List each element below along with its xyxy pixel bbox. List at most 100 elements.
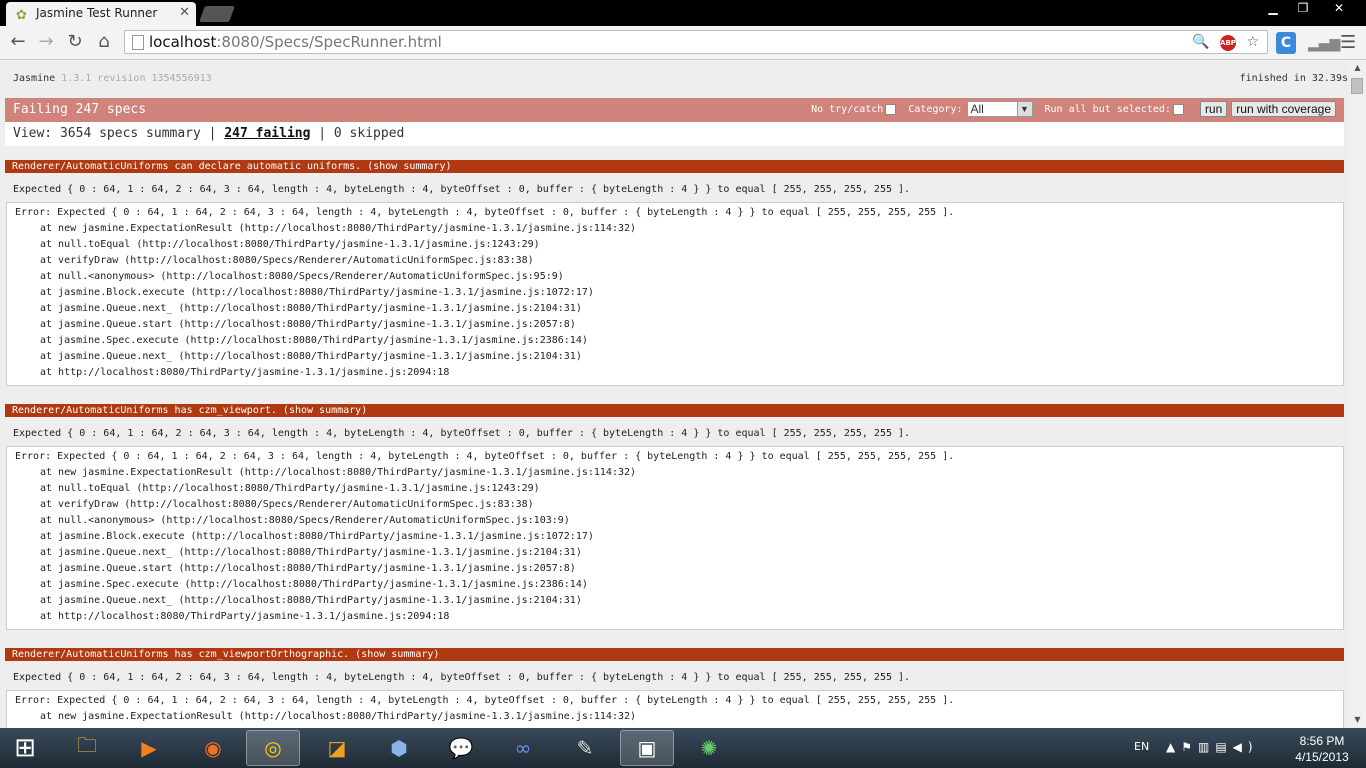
jasmine-favicon-icon: ✿ (16, 8, 27, 23)
forward-arrow-icon[interactable]: → (34, 31, 58, 53)
scroll-thumb[interactable] (1351, 78, 1363, 94)
trace-line: at jasmine.Queue.next_ (http://localhost… (40, 303, 582, 314)
chevron-down-icon: ▼ (1016, 102, 1032, 116)
failed-spec: Renderer/AutomaticUniforms can declare a… (5, 160, 1344, 386)
spec-description[interactable]: Renderer/AutomaticUniforms can declare a… (5, 160, 1344, 173)
trace-line: at null.toEqual (http://localhost:8080/T… (40, 483, 540, 494)
clock[interactable]: 8:56 PM 4/15/2013 (1286, 733, 1358, 765)
restore-icon[interactable]: ❐ (1288, 0, 1318, 18)
page-icon (132, 35, 144, 50)
home-icon[interactable]: ⌂ (92, 31, 116, 53)
url-host: localhost (149, 33, 217, 51)
tab-close-icon[interactable]: ✕ (179, 5, 190, 20)
trace-line: at jasmine.Spec.execute (http://localhos… (40, 335, 588, 346)
run-with-coverage-button[interactable]: run with coverage (1231, 101, 1336, 117)
vertical-scrollbar[interactable]: ▲ ▼ (1349, 60, 1366, 728)
jasmine-version: 1.3.1 revision 1354556913 (61, 73, 212, 84)
trace-line: at http://localhost:8080/ThirdParty/jasm… (40, 367, 450, 378)
trace-line: at jasmine.Queue.next_ (http://localhost… (40, 547, 582, 558)
firefox-icon[interactable]: ◉ (186, 730, 240, 766)
trace-line: at new jasmine.ExpectationResult (http:/… (40, 223, 637, 234)
trace-line: at null.toEqual (http://localhost:8080/T… (40, 239, 540, 250)
zoom-icon[interactable]: 🔍 (1192, 34, 1209, 50)
google-talk-icon[interactable]: 💬 (434, 730, 488, 766)
failing-bar: Failing 247 specs No try/catch Category:… (5, 98, 1344, 122)
trace-line: at jasmine.Queue.next_ (http://localhost… (40, 351, 582, 362)
picasa-icon[interactable]: ✺ (682, 730, 736, 766)
bookmark-star-icon[interactable]: ☆ (1246, 34, 1259, 50)
trace-line: at verifyDraw (http://localhost:8080/Spe… (40, 255, 534, 266)
back-arrow-icon[interactable]: ← (6, 31, 30, 53)
jasmine-title: Jasmine (13, 73, 56, 84)
adblock-icon[interactable]: ABP (1219, 35, 1236, 51)
trace-line: at jasmine.Block.execute (http://localho… (40, 531, 594, 542)
no-try-catch-checkbox[interactable] (885, 103, 897, 115)
spec-message: Expected { 0 : 64, 1 : 64, 2 : 64, 3 : 6… (13, 672, 911, 683)
tab-strip: ✿ Jasmine Test Runner ✕ ▁ ❐ ✕ (0, 0, 1366, 26)
skipped-text: | 0 skipped (318, 126, 405, 141)
scroll-up-icon[interactable]: ▲ (1349, 60, 1366, 76)
failing-count: Failing 247 specs (13, 102, 147, 117)
spec-description[interactable]: Renderer/AutomaticUniforms has czm_viewp… (5, 648, 1344, 661)
clock-date: 4/15/2013 (1295, 750, 1349, 764)
trace-line: at jasmine.Queue.start (http://localhost… (40, 563, 576, 574)
command-prompt-icon[interactable]: ▣ (620, 730, 674, 766)
window-close-icon[interactable]: ✕ (1318, 0, 1360, 18)
extension-bars-icon[interactable]: ▂▄▆ (1308, 36, 1340, 52)
virtualbox-icon[interactable]: ⬢ (372, 730, 426, 766)
stack-trace: Error: Expected { 0 : 64, 1 : 64, 2 : 64… (6, 202, 1344, 386)
url-path: :8080/Specs/SpecRunner.html (216, 33, 442, 51)
category-select[interactable]: All ▼ (966, 101, 1033, 117)
extension-c-icon[interactable]: C (1276, 32, 1296, 54)
sublime-icon[interactable]: ◪ (310, 730, 364, 766)
trace-line: at verifyDraw (http://localhost:8080/Spe… (40, 499, 534, 510)
no-try-catch-label: No try/catch (811, 103, 884, 115)
trace-line: at jasmine.Block.execute (http://localho… (40, 287, 594, 298)
trace-head: Error: Expected { 0 : 64, 1 : 64, 2 : 64… (15, 695, 955, 706)
browser-tab[interactable]: ✿ Jasmine Test Runner ✕ (6, 2, 196, 26)
trace-line: at jasmine.Queue.start (http://localhost… (40, 319, 576, 330)
jasmine-banner: Jasmine 1.3.1 revision 1354556913 (13, 73, 212, 84)
run-all-checkbox[interactable] (1172, 103, 1184, 115)
notepad-icon[interactable]: ✎ (558, 730, 612, 766)
address-bar[interactable]: localhost:8080/Specs/SpecRunner.html 🔍 A… (124, 30, 1268, 54)
stack-trace: Error: Expected { 0 : 64, 1 : 64, 2 : 64… (6, 446, 1344, 630)
windows-start-icon[interactable]: ⊞ (8, 732, 42, 764)
chrome-icon[interactable]: ◎ (246, 730, 300, 766)
trace-head: Error: Expected { 0 : 64, 1 : 64, 2 : 64… (15, 207, 955, 218)
minimize-icon[interactable]: ▁ (1258, 0, 1288, 18)
trace-line: at jasmine.Queue.next_ (http://localhost… (40, 595, 582, 606)
view-summary-bar: View: 3654 specs summary | 247 failing |… (5, 122, 1344, 146)
failing-link[interactable]: 247 failing (224, 126, 310, 141)
browser-toolbar: ← → ↻ ⌂ localhost:8080/Specs/SpecRunner.… (0, 26, 1366, 60)
spec-message: Expected { 0 : 64, 1 : 64, 2 : 64, 3 : 6… (13, 184, 911, 195)
scroll-down-icon[interactable]: ▼ (1349, 712, 1366, 728)
window-controls: ▁ ❐ ✕ (1258, 0, 1360, 18)
trace-line: at http://localhost:8080/ThirdParty/jasm… (40, 611, 450, 622)
trace-line: at new jasmine.ExpectationResult (http:/… (40, 467, 637, 478)
tray-icons[interactable]: ▲⚑▥▤◀) (1166, 740, 1259, 754)
failed-spec: Renderer/AutomaticUniforms has czm_viewp… (5, 404, 1344, 630)
explorer-icon[interactable]: 🗀 (60, 730, 114, 766)
trace-line: at null.<anonymous> (http://localhost:80… (40, 515, 570, 526)
menu-wrench-icon[interactable]: ☰ (1340, 32, 1356, 53)
spec-description[interactable]: Renderer/AutomaticUniforms has czm_viewp… (5, 404, 1344, 417)
visual-studio-icon[interactable]: ∞ (496, 730, 550, 766)
stack-trace: Error: Expected { 0 : 64, 1 : 64, 2 : 64… (6, 690, 1344, 728)
category-label: Category: (908, 103, 963, 115)
run-button[interactable]: run (1199, 101, 1228, 117)
reload-icon[interactable]: ↻ (63, 31, 87, 53)
failed-spec: Renderer/AutomaticUniforms has czm_viewp… (5, 648, 1344, 728)
run-duration: finished in 32.39s (1239, 73, 1348, 84)
trace-line: at null.<anonymous> (http://localhost:80… (40, 271, 564, 282)
new-tab-button[interactable] (199, 6, 235, 22)
tab-title: Jasmine Test Runner (36, 6, 158, 20)
windows-taskbar: ⊞ 🗀 ▶ ◉ ◎ ◪ ⬢ 💬 ∞ ✎ ▣ ✺ EN ▲⚑▥▤◀) 8:56 P… (0, 728, 1366, 768)
clock-time: 8:56 PM (1299, 734, 1345, 748)
trace-line: at new jasmine.ExpectationResult (http:/… (40, 711, 637, 722)
trace-line: at jasmine.Spec.execute (http://localhos… (40, 579, 588, 590)
trace-head: Error: Expected { 0 : 64, 1 : 64, 2 : 64… (15, 451, 955, 462)
spec-message: Expected { 0 : 64, 1 : 64, 2 : 64, 3 : 6… (13, 428, 911, 439)
language-indicator[interactable]: EN (1134, 740, 1149, 753)
media-player-icon[interactable]: ▶ (122, 730, 176, 766)
